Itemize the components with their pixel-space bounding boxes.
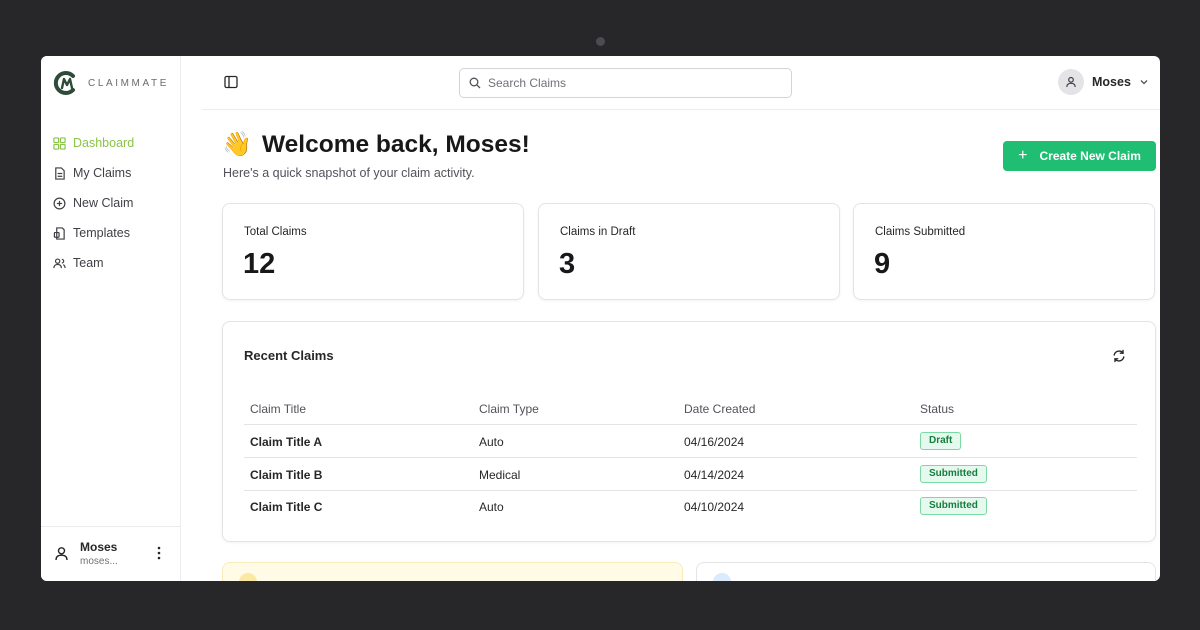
date-created-cell: 04/14/2024 bbox=[684, 468, 745, 482]
stat-value: 12 bbox=[243, 248, 276, 280]
brand[interactable]: CLAIMMATE bbox=[53, 70, 169, 96]
search-icon bbox=[469, 77, 481, 89]
waving-hand-icon: 👋 bbox=[222, 131, 252, 158]
sidebar-item-my-claims[interactable]: My Claims bbox=[53, 158, 134, 188]
welcome-heading: Welcome back, Moses! bbox=[262, 130, 530, 158]
device-camera bbox=[596, 37, 605, 46]
stat-value: 9 bbox=[874, 248, 891, 280]
stat-card-claims-submitted: Claims Submitted 9 bbox=[853, 203, 1155, 300]
stat-value: 3 bbox=[559, 248, 576, 280]
column-header[interactable]: Status bbox=[920, 402, 954, 416]
plus-circle-icon bbox=[53, 197, 66, 209]
stat-card-claims-in-draft: Claims in Draft 3 bbox=[538, 203, 840, 300]
plus-icon: + bbox=[1018, 147, 1028, 164]
app-window: CLAIMMATE Dashboard My Claims New Claim … bbox=[41, 56, 1160, 581]
sidebar-item-dashboard[interactable]: Dashboard bbox=[53, 128, 134, 158]
sidebar-item-label: New Claim bbox=[73, 196, 134, 210]
grid-icon bbox=[53, 136, 66, 150]
create-new-claim-label: Create New Claim bbox=[1039, 149, 1141, 163]
claimmate-logo-icon bbox=[53, 71, 75, 95]
page-title: 👋 Welcome back, Moses! bbox=[222, 130, 530, 159]
sidebar-user-name: Moses bbox=[80, 540, 118, 554]
claim-type-cell: Auto bbox=[479, 500, 504, 514]
table-row[interactable]: Claim Title B Medical 04/14/2024 Submitt… bbox=[244, 458, 1137, 491]
sidebar-user-email: moses... bbox=[80, 556, 118, 567]
recent-claims-card: Recent Claims Claim Title Claim Type Dat… bbox=[222, 321, 1156, 542]
sidebar-toggle-icon[interactable] bbox=[224, 75, 238, 89]
stat-card-total-claims: Total Claims 12 bbox=[222, 203, 524, 300]
info-icon bbox=[713, 573, 731, 581]
status-badge: Submitted bbox=[920, 497, 987, 515]
status-badge: Draft bbox=[920, 432, 962, 450]
sidebar-item-label: My Claims bbox=[73, 166, 132, 180]
stat-label: Claims Submitted bbox=[875, 226, 966, 238]
page-subtitle: Here's a quick snapshot of your claim ac… bbox=[223, 166, 475, 180]
claim-title-cell: Claim Title C bbox=[250, 500, 323, 514]
table-row[interactable]: Claim Title C Auto 04/10/2024 Submitted bbox=[244, 490, 1137, 523]
sidebar-item-new-claim[interactable]: New Claim bbox=[53, 188, 134, 218]
sidebar-item-templates[interactable]: Templates bbox=[53, 218, 134, 248]
claim-title-cell: Claim Title A bbox=[250, 435, 323, 449]
claim-type-cell: Auto bbox=[479, 435, 504, 449]
search-input[interactable] bbox=[488, 76, 778, 90]
more-vertical-icon[interactable] bbox=[152, 544, 166, 562]
sidebar-item-team[interactable]: Team bbox=[53, 248, 134, 278]
stat-label: Claims in Draft bbox=[560, 226, 636, 238]
avatar bbox=[1058, 69, 1084, 95]
user-menu[interactable]: Moses bbox=[1058, 69, 1149, 95]
sidebar-item-label: Templates bbox=[73, 226, 130, 240]
claim-title-cell: Claim Title B bbox=[250, 468, 323, 482]
sidebar-nav: Dashboard My Claims New Claim Templates bbox=[53, 128, 134, 278]
table-header: Claim Title Claim Type Date Created Stat… bbox=[244, 392, 1137, 425]
stat-label: Total Claims bbox=[244, 226, 307, 238]
users-icon bbox=[53, 257, 66, 268]
brand-name: CLAIMMATE bbox=[88, 77, 169, 89]
tip-card bbox=[222, 562, 683, 581]
column-header[interactable]: Date Created bbox=[684, 402, 755, 416]
chevron-down-icon bbox=[1140, 80, 1148, 85]
column-header[interactable]: Claim Title bbox=[250, 402, 306, 416]
tip-icon bbox=[239, 573, 257, 581]
search-bar[interactable] bbox=[459, 68, 792, 98]
topbar: Moses bbox=[202, 56, 1160, 110]
status-badge: Submitted bbox=[920, 465, 987, 483]
info-card bbox=[696, 562, 1156, 581]
create-new-claim-button[interactable]: + Create New Claim bbox=[1003, 141, 1156, 171]
user-icon bbox=[1066, 76, 1076, 88]
sidebar-item-label: Team bbox=[73, 256, 104, 270]
template-icon bbox=[53, 226, 65, 240]
claim-type-cell: Medical bbox=[479, 468, 521, 482]
user-menu-name: Moses bbox=[1092, 75, 1131, 89]
date-created-cell: 04/10/2024 bbox=[684, 500, 745, 514]
sidebar-user[interactable]: Moses moses... bbox=[41, 526, 181, 581]
user-icon bbox=[55, 547, 68, 561]
table-row[interactable]: Claim Title A Auto 04/16/2024 Draft bbox=[244, 425, 1137, 458]
column-header[interactable]: Claim Type bbox=[479, 402, 539, 416]
sidebar-item-label: Dashboard bbox=[73, 136, 135, 150]
date-created-cell: 04/16/2024 bbox=[684, 435, 745, 449]
document-icon bbox=[55, 166, 65, 180]
sidebar: CLAIMMATE Dashboard My Claims New Claim … bbox=[41, 56, 181, 581]
refresh-icon[interactable] bbox=[1112, 349, 1126, 363]
recent-claims-title: Recent Claims bbox=[244, 348, 334, 363]
